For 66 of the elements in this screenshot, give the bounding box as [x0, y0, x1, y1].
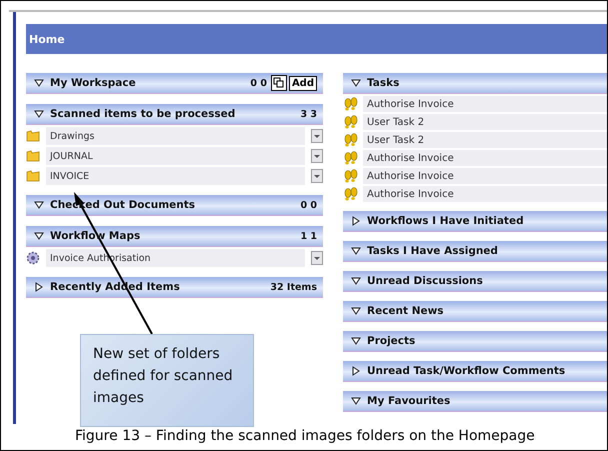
footprints-icon [343, 97, 359, 111]
dropdown-icon[interactable] [311, 129, 323, 143]
dropdown-icon[interactable] [311, 149, 323, 163]
list-item[interactable]: User Task 2 [363, 114, 607, 130]
collapse-icon[interactable] [34, 231, 44, 241]
collapse-icon[interactable] [351, 306, 361, 316]
folder-icon [26, 170, 40, 182]
panel-header[interactable]: Unread Discussions [343, 271, 607, 292]
list-item[interactable]: Authorise Invoice [363, 186, 607, 202]
panel-header[interactable]: Scanned items to be processed 3 3 [26, 104, 323, 125]
panel-title: Recent News [367, 305, 444, 317]
expand-icon[interactable] [351, 366, 361, 376]
callout-box: New set of folders defined for scanned images [80, 334, 254, 427]
collapse-icon[interactable] [351, 276, 361, 286]
expand-icon[interactable] [351, 216, 361, 226]
collapse-icon[interactable] [34, 200, 44, 210]
folder-icon [26, 150, 40, 162]
item-count: 0 0 [250, 78, 267, 88]
panel-title: Unread Task/Workflow Comments [367, 365, 566, 377]
footprints-icon [343, 115, 359, 129]
panel-title: My Workspace [50, 77, 136, 89]
add-button[interactable]: Add [288, 76, 317, 90]
panel-title: Projects [367, 335, 416, 347]
panel-title: Workflows I Have Initiated [367, 215, 524, 227]
collapse-icon[interactable] [34, 109, 44, 119]
copy-icon[interactable] [270, 75, 287, 91]
list-item[interactable]: INVOICE [46, 167, 305, 185]
figure-caption: Figure 13 – Finding the scanned images folders on the Homepage [75, 428, 535, 444]
panel-header[interactable]: Tasks [343, 73, 607, 94]
panel-header[interactable]: Workflows I Have Initiated [343, 211, 607, 232]
panel-title: My Favourites [367, 395, 450, 407]
collapse-icon[interactable] [351, 336, 361, 346]
list-item[interactable]: User Task 2 [363, 132, 607, 148]
panel-header[interactable]: Recent News [343, 301, 607, 322]
list-item[interactable]: Drawings [46, 127, 305, 145]
collapse-icon[interactable] [351, 78, 361, 88]
dropdown-icon[interactable] [311, 169, 323, 183]
panel-title: Tasks [367, 77, 400, 89]
collapse-icon[interactable] [351, 396, 361, 406]
list-item[interactable]: Authorise Invoice [363, 150, 607, 166]
footprints-icon [343, 133, 359, 147]
panel-title: Unread Discussions [367, 275, 483, 287]
panel-header[interactable]: Unread Task/Workflow Comments [343, 361, 607, 382]
dropdown-icon[interactable] [311, 251, 323, 265]
gear-icon [26, 251, 40, 265]
panel-header[interactable]: My Favourites [343, 391, 607, 412]
item-count: 3 3 [300, 108, 317, 120]
list-item[interactable]: JOURNAL [46, 147, 305, 165]
panel-title: Scanned items to be processed [50, 108, 236, 120]
footprints-icon [343, 169, 359, 183]
panel-header[interactable]: Projects [343, 331, 607, 352]
page-title: Home [29, 32, 65, 46]
item-count: 32 Items [270, 282, 317, 292]
item-count: 1 1 [300, 230, 317, 242]
panel-header[interactable]: My Workspace 0 0 Add [26, 73, 323, 94]
panel-header[interactable]: Tasks I Have Assigned [343, 241, 607, 262]
footprints-icon [343, 187, 359, 201]
list-item[interactable]: Authorise Invoice [363, 96, 607, 112]
collapse-icon[interactable] [34, 78, 44, 88]
collapse-icon[interactable] [351, 246, 361, 256]
panel-title: Tasks I Have Assigned [367, 245, 498, 257]
footprints-icon [343, 151, 359, 165]
expand-icon[interactable] [34, 282, 44, 292]
item-count: 0 0 [300, 200, 317, 210]
folder-icon [26, 130, 40, 142]
list-item[interactable]: Authorise Invoice [363, 168, 607, 184]
